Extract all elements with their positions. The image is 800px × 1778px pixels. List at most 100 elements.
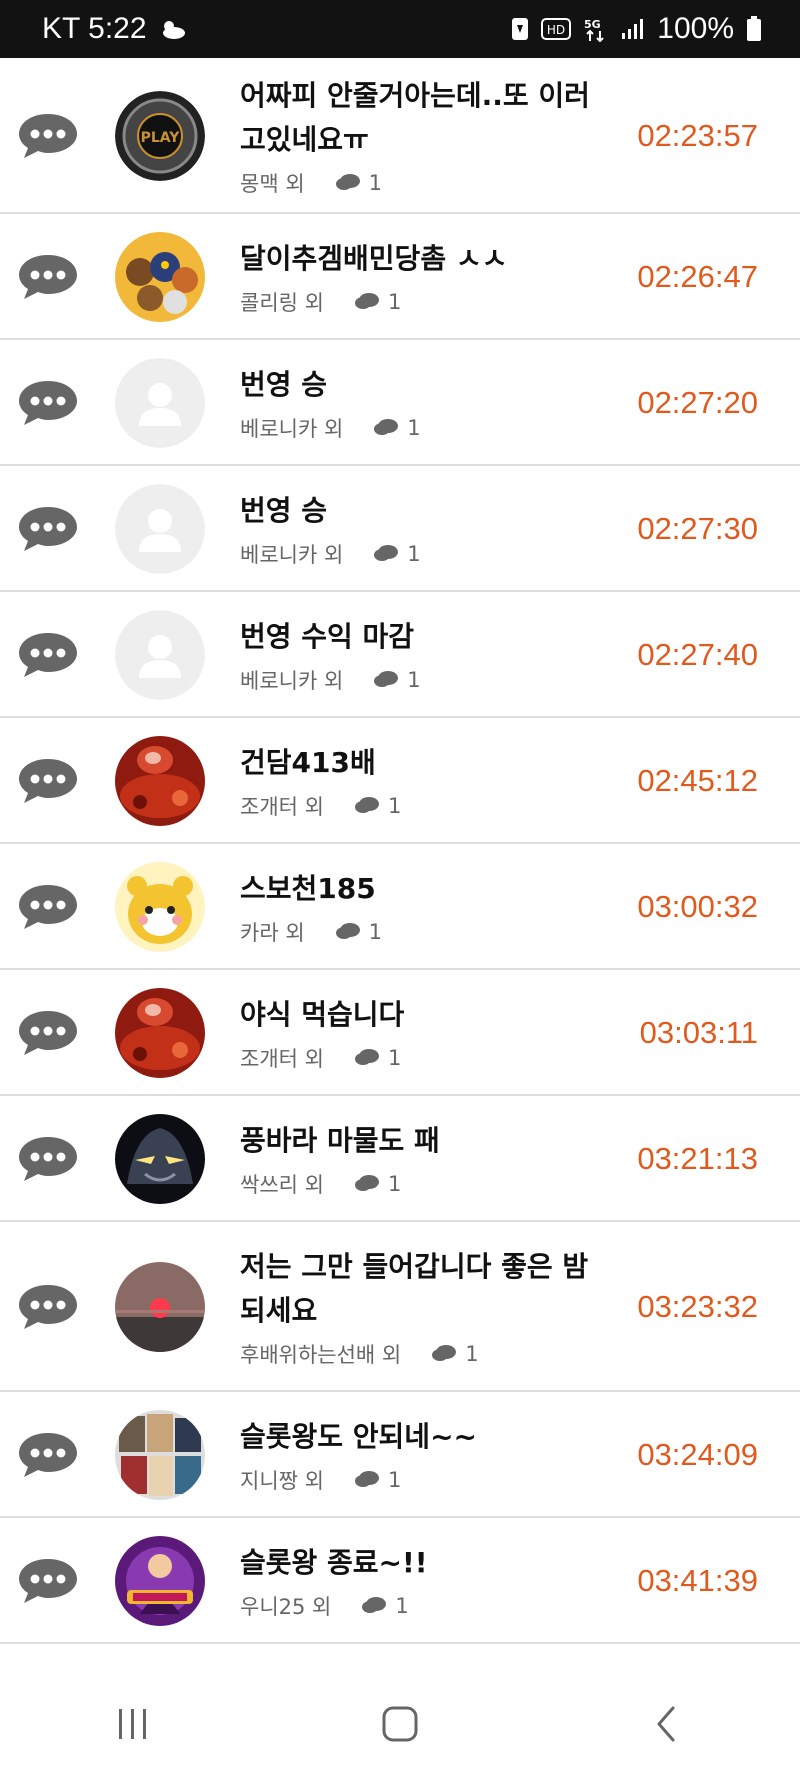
comment-count: 1 [407, 542, 421, 566]
comment-count: 1 [368, 920, 383, 944]
chat-title[interactable]: 풍바라 마물도 패 [240, 1119, 610, 1163]
chat-author: 싹쓰리 외 [240, 1173, 324, 1197]
chat-time: 02:45:12 [637, 763, 758, 798]
red-food-avatar[interactable] [115, 736, 205, 826]
chat-time: 03:21:13 [637, 1141, 758, 1176]
chat-bubble-icon [16, 111, 80, 161]
home-icon [382, 1706, 418, 1742]
chat-list-item[interactable]: 스보천185 카라 외 1 03:00:32 [0, 844, 800, 970]
chat-list-item[interactable]: 건담413배조개터 외 1 02:45:12 [0, 718, 800, 844]
5g-icon: 5G [583, 16, 609, 42]
chat-bubble-icon [16, 1008, 80, 1058]
comment-count: 1 [395, 1594, 409, 1618]
red-food-avatar[interactable] [115, 988, 205, 1078]
chat-title[interactable]: 번영 승 [240, 489, 610, 533]
chat-list-item[interactable]: 달이추겜배민당촘 ㅅㅅ 콜리링 외 1 02:26:47 [0, 214, 800, 340]
collage-avatar[interactable] [115, 1410, 205, 1500]
chat-text-block: 슬롯왕도 안되네~~ 지니짱 외 1 [240, 1415, 610, 1495]
comment-bubble-icon [354, 1174, 380, 1194]
chat-title[interactable]: 스보천185 [240, 867, 610, 911]
comment-bubble-icon [354, 1470, 380, 1490]
cartoon-group-avatar[interactable] [115, 232, 205, 322]
chat-bubble-icon [16, 630, 80, 680]
chat-text-block: 야식 먹습니다 조개터 외 1 [240, 993, 610, 1073]
chat-list-item[interactable]: 저는 그만 들어갑니다 좋은 밤되세요후배위하는선배 외 1 03:23:32 [0, 1222, 800, 1392]
chat-title[interactable]: 달이추겜배민당촘 ㅅㅅ [240, 237, 610, 281]
default-user-avatar[interactable] [115, 484, 205, 574]
comment-bubble-icon [354, 796, 380, 816]
chat-list-item[interactable]: 야식 먹습니다 조개터 외 1 03:03:11 [0, 970, 800, 1096]
chat-bubble-icon [16, 1556, 80, 1606]
recents-icon [119, 1709, 147, 1739]
hd-icon: HD [541, 18, 572, 40]
navigation-bar [0, 1670, 800, 1778]
chat-title[interactable]: 건담413배 [240, 741, 610, 785]
chat-bubble-icon [16, 756, 80, 806]
chat-author: 우니25 외 [240, 1595, 332, 1619]
chat-author: 조개터 외 [240, 795, 324, 819]
default-user-avatar[interactable] [115, 358, 205, 448]
chat-meta: 지니짱 외 1 [240, 1465, 610, 1495]
slot-game-avatar[interactable] [115, 1536, 205, 1626]
tiger-cub-avatar[interactable] [115, 862, 205, 952]
signal-icon [621, 18, 645, 40]
comment-bubble-icon [335, 922, 361, 942]
chat-author: 베로니카 외 [240, 543, 344, 567]
chat-list-item[interactable]: 슬롯왕도 안되네~~ 지니짱 외 1 03:24:09 [0, 1392, 800, 1518]
chat-meta: 카라 외 1 [240, 917, 610, 947]
chat-list-item[interactable]: 번영 수익 마감 베로니카 외 1 02:27:40 [0, 592, 800, 718]
chat-bubble-icon [16, 504, 80, 554]
chat-author: 몽맥 외 [240, 172, 305, 196]
chat-bubble-icon [16, 1430, 80, 1480]
chat-time: 02:26:47 [637, 259, 758, 294]
chat-time: 02:27:30 [637, 511, 758, 546]
comment-count: 1 [387, 1468, 402, 1492]
chat-bubble-icon [16, 378, 80, 428]
comment-count: 1 [387, 794, 402, 818]
chat-author: 카라 외 [240, 921, 305, 945]
chat-time: 03:00:32 [637, 889, 758, 924]
chat-title[interactable]: 슬롯왕 종료~!! [240, 1541, 610, 1585]
back-icon [657, 1706, 675, 1742]
chat-title[interactable]: 야식 먹습니다 [240, 993, 610, 1037]
chat-time: 03:23:32 [637, 1289, 758, 1324]
sunset-avatar[interactable] [115, 1262, 205, 1352]
chat-meta: 싹쓰리 외 1 [240, 1169, 610, 1199]
comment-bubble-icon [373, 670, 399, 690]
chat-title[interactable]: 어짜피 안줄거아는데..또 이러고있네요ㅠ [240, 74, 610, 162]
chat-meta: 베로니카 외 1 [240, 665, 610, 695]
dark-helmet-avatar[interactable] [115, 1114, 205, 1204]
home-button[interactable] [340, 1684, 460, 1764]
chat-meta: 후배위하는선배 외 1 [240, 1339, 610, 1369]
chat-bubble-icon [16, 1282, 80, 1332]
play-logo-avatar[interactable]: PLAY [115, 91, 205, 181]
comment-count: 1 [407, 416, 421, 440]
chat-list-item[interactable]: 슬롯왕 종료~!! 우니25 외 1 03:41:39 [0, 1518, 800, 1644]
recents-button[interactable] [73, 1684, 193, 1764]
chat-title[interactable]: 슬롯왕도 안되네~~ [240, 1415, 610, 1459]
chat-list-item[interactable]: 풍바라 마물도 패싹쓰리 외 1 03:21:13 [0, 1096, 800, 1222]
chat-list-item[interactable]: 번영 승베로니카 외 1 02:27:30 [0, 466, 800, 592]
default-user-avatar[interactable] [115, 610, 205, 700]
chat-text-block: 어짜피 안줄거아는데..또 이러고있네요ㅠ 몽맥 외 1 [240, 74, 610, 198]
comment-count: 1 [407, 668, 421, 692]
comment-count: 1 [387, 1046, 402, 1070]
chat-list-item[interactable]: 번영 승 베로니카 외 1 02:27:20 [0, 340, 800, 466]
chat-title[interactable]: 번영 승 [240, 363, 610, 407]
chat-meta: 우니25 외 1 [240, 1591, 610, 1621]
comment-bubble-icon [373, 418, 399, 438]
comment-count: 1 [387, 290, 402, 314]
chat-list-item[interactable]: PLAY 어짜피 안줄거아는데..또 이러고있네요ㅠ 몽맥 외 1 02:23:57 [0, 58, 800, 214]
comment-bubble-icon [431, 1344, 457, 1364]
chat-time: 02:23:57 [637, 118, 758, 153]
comment-bubble-icon [354, 1048, 380, 1068]
comment-count: 1 [465, 1342, 479, 1366]
chat-meta: 베로니카 외 1 [240, 539, 610, 569]
chat-text-block: 슬롯왕 종료~!! 우니25 외 1 [240, 1541, 610, 1621]
chat-time: 03:24:09 [637, 1437, 758, 1472]
chat-text-block: 달이추겜배민당촘 ㅅㅅ 콜리링 외 1 [240, 237, 610, 317]
chat-title[interactable]: 번영 수익 마감 [240, 615, 610, 659]
chat-text-block: 스보천185 카라 외 1 [240, 867, 610, 947]
back-button[interactable] [607, 1684, 727, 1764]
chat-title[interactable]: 저는 그만 들어갑니다 좋은 밤되세요 [240, 1245, 610, 1333]
